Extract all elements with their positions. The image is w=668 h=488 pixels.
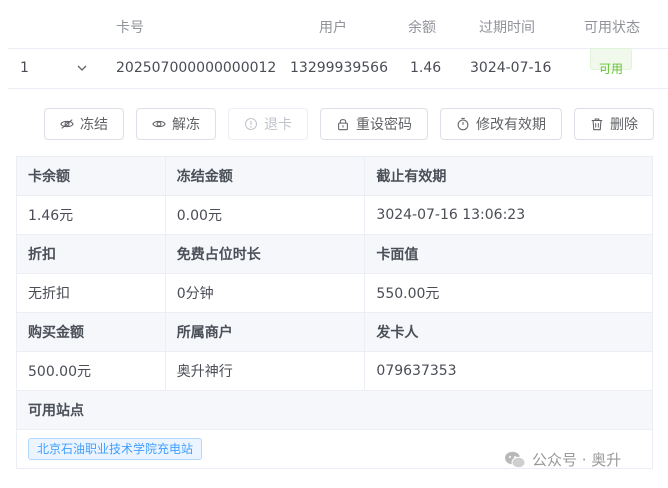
- details-label-row: 可用站点: [16, 390, 653, 430]
- row-index: 1: [20, 60, 29, 76]
- details-value-row: 无折扣 0分钟 550.00元: [16, 273, 653, 313]
- header-user: 用户: [319, 20, 347, 36]
- wechat-icon: [505, 451, 526, 468]
- row-expire: 3024-07-16: [470, 60, 552, 76]
- frozen-amount-value: 0.00元: [164, 195, 366, 235]
- header-status: 可用状态: [584, 20, 640, 36]
- header-balance: 余额: [408, 20, 436, 36]
- station-tag: 北京石油职业技术学院充电站: [28, 438, 203, 460]
- row-balance: 1.46: [410, 60, 442, 76]
- details-label-row: 卡余额 冻结金额 截止有效期: [16, 156, 653, 196]
- row-card-no: 202507000000000012: [116, 60, 277, 76]
- table-header: 卡号 用户 余额 过期时间 可用状态: [8, 8, 668, 49]
- frozen-amount-label: 冻结金额: [164, 156, 366, 196]
- issuer-value: 079637353: [364, 351, 653, 391]
- status-badge: 可用: [590, 48, 633, 76]
- freeze-label: 冻结: [80, 117, 108, 133]
- merchant-label: 所属商户: [164, 312, 366, 352]
- free-parking-label: 免费占位时长: [164, 234, 366, 274]
- free-parking-value: 0分钟: [164, 273, 366, 313]
- stations-label: 可用站点: [16, 390, 653, 430]
- lock-icon: [338, 119, 348, 131]
- watermark: 公众号 · 奥升: [504, 449, 621, 470]
- reset-password-label: 重设密码: [356, 117, 412, 133]
- table-row[interactable]: 1 202507000000000012 13299939566 1.46 30…: [8, 48, 668, 89]
- modify-validity-label: 修改有效期: [476, 117, 546, 133]
- discount-value: 无折扣: [16, 273, 166, 313]
- merchant-value: 奥升神行: [164, 351, 366, 391]
- chevron-down-icon[interactable]: [76, 62, 88, 74]
- info-circle-icon: [244, 117, 258, 131]
- details-value-row: 1.46元 0.00元 3024-07-16 13:06:23: [16, 195, 653, 235]
- details-value-row: 500.00元 奥升神行 079637353: [16, 351, 653, 391]
- purchase-amount-label: 购买金额: [16, 312, 166, 352]
- delete-button[interactable]: 删除: [574, 108, 654, 140]
- delete-label: 删除: [610, 117, 638, 133]
- details-label-row: 折扣 免费占位时长 卡面值: [16, 234, 653, 274]
- card-detail-page: 卡号 用户 余额 过期时间 可用状态 1 202507000000000012 …: [0, 0, 668, 488]
- card-details-table: 卡余额 冻结金额 截止有效期 1.46元 0.00元 3024-07-16 13…: [16, 156, 653, 469]
- eye-icon: [152, 120, 166, 128]
- face-value-value: 550.00元: [364, 273, 653, 313]
- issuer-label: 发卡人: [364, 312, 653, 352]
- details-label-row: 购买金额 所属商户 发卡人: [16, 312, 653, 352]
- card-balance-value: 1.46元: [16, 195, 166, 235]
- freeze-button[interactable]: 冻结: [44, 108, 124, 140]
- face-value-label: 卡面值: [364, 234, 653, 274]
- card-balance-label: 卡余额: [16, 156, 166, 196]
- header-expire: 过期时间: [479, 20, 535, 36]
- refund-card-button[interactable]: 退卡: [228, 108, 308, 140]
- unfreeze-button[interactable]: 解冻: [136, 108, 216, 140]
- header-card-no: 卡号: [116, 20, 144, 36]
- valid-until-label: 截止有效期: [364, 156, 653, 196]
- stopwatch-icon: [457, 117, 469, 131]
- discount-label: 折扣: [16, 234, 166, 274]
- refund-label: 退卡: [264, 117, 292, 133]
- reset-password-button[interactable]: 重设密码: [320, 108, 428, 140]
- watermark-text: 公众号 · 奥升: [532, 451, 622, 469]
- eye-off-icon: [60, 119, 74, 129]
- unfreeze-label: 解冻: [172, 117, 200, 133]
- trash-icon: [591, 118, 603, 131]
- row-user: 13299939566: [290, 60, 388, 76]
- modify-validity-button[interactable]: 修改有效期: [440, 108, 562, 140]
- purchase-amount-value: 500.00元: [16, 351, 166, 391]
- valid-until-value: 3024-07-16 13:06:23: [364, 195, 653, 235]
